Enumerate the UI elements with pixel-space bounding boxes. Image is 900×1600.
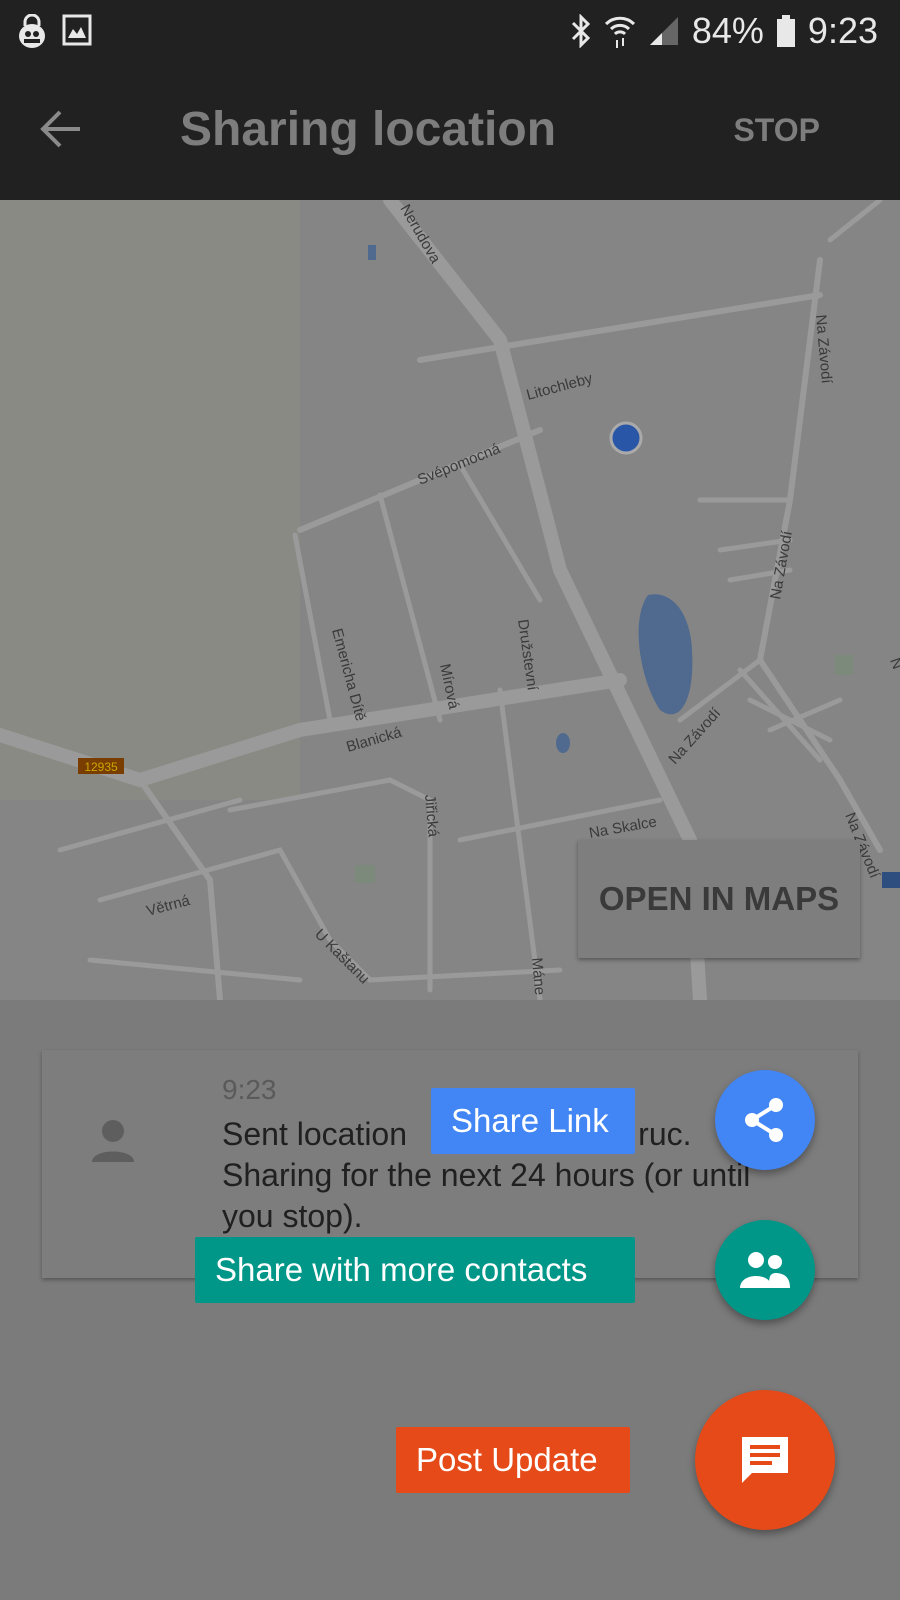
- vpn-lock-icon: [19, 14, 45, 48]
- post-update-label[interactable]: Post Update: [396, 1427, 630, 1493]
- street-label: Máne: [528, 957, 548, 996]
- page-title: Sharing location: [180, 103, 557, 156]
- post-update-button[interactable]: [695, 1390, 835, 1530]
- location-dot: [609, 421, 643, 455]
- stop-button[interactable]: STOP: [733, 112, 820, 149]
- status-bar: 84% 9:23: [0, 0, 900, 66]
- wifi-icon: [604, 16, 635, 48]
- open-in-maps-button[interactable]: OPEN IN MAPS: [578, 840, 860, 958]
- chat-icon: [742, 1437, 788, 1483]
- battery-icon: [776, 15, 795, 47]
- person-icon: [92, 1120, 134, 1162]
- arrow-back-icon[interactable]: [36, 104, 86, 154]
- share-contacts-button[interactable]: [715, 1220, 815, 1320]
- share-icon: [745, 1098, 783, 1142]
- battery-percent: 84%: [691, 10, 764, 51]
- share-link-label[interactable]: Share Link: [431, 1088, 635, 1154]
- share-contacts-label[interactable]: Share with more contacts: [195, 1237, 635, 1303]
- road-badge-label: 12935: [84, 760, 118, 774]
- bluetooth-icon: [571, 14, 590, 48]
- image-icon: [62, 14, 92, 46]
- share-link-button[interactable]: [715, 1070, 815, 1170]
- clock: 9:23: [807, 10, 878, 51]
- people-icon: [740, 1252, 790, 1288]
- app-bar: Sharing location STOP: [0, 66, 900, 200]
- signal-icon: [649, 17, 678, 45]
- message-time: 9:23: [222, 1074, 277, 1105]
